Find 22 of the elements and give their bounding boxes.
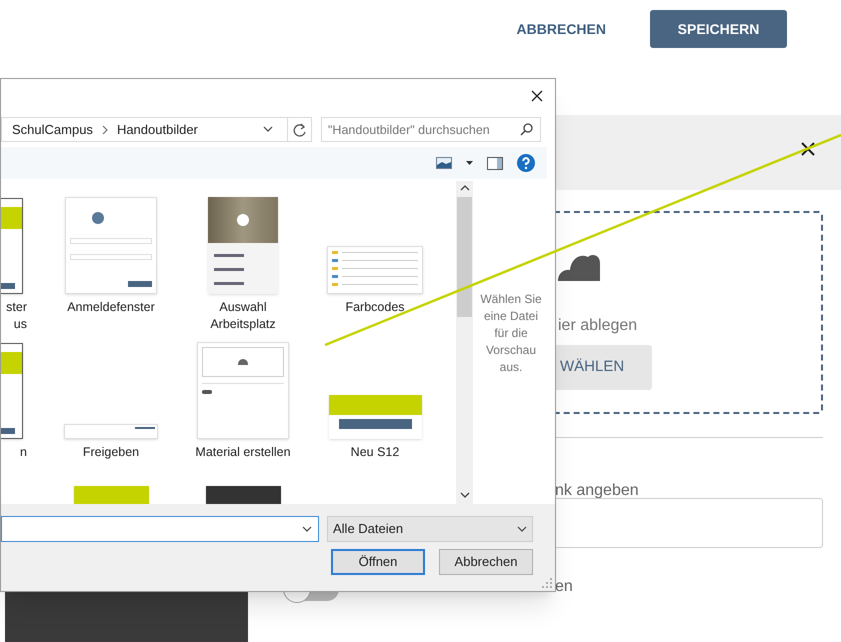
- file-name[interactable]: Neu S12: [350, 444, 400, 461]
- save-button[interactable]: SPEICHERN: [650, 10, 787, 48]
- file-name[interactable]: Anmeldefenster: [67, 299, 155, 316]
- cancel-button[interactable]: Abbrechen: [439, 549, 533, 575]
- open-button[interactable]: Öffnen: [331, 549, 425, 575]
- file-name[interactable]: ster us: [1, 299, 27, 333]
- file-name[interactable]: Auswahl Arbeitsplatz: [210, 299, 276, 333]
- preview-hint: Wählen Sie eine Datei für die Vorschau aus.: [479, 291, 543, 376]
- search-field[interactable]: "Handoutbilder" durchsuchen: [321, 117, 541, 142]
- choose-file-button[interactable]: WÄHLEN: [556, 345, 652, 390]
- breadcrumb-item[interactable]: Handoutbilder: [116, 120, 198, 140]
- file-type-select[interactable]: Alle Dateien: [327, 516, 533, 542]
- file-name[interactable]: Farbcodes: [345, 299, 405, 316]
- cancel-button[interactable]: ABBRECHEN: [512, 18, 610, 40]
- drop-hint: ier ablegen: [558, 316, 638, 336]
- toggle-label: en: [555, 577, 573, 597]
- field-label: nk angeben: [555, 481, 639, 501]
- file-name[interactable]: n: [1, 444, 27, 461]
- breadcrumb-item[interactable]: SchulCampus: [12, 120, 93, 140]
- file-name[interactable]: Freigeben: [82, 444, 140, 461]
- file-name[interactable]: Material erstellen: [195, 444, 291, 461]
- address-bar[interactable]: SchulCampus Handoutbilder: [1, 117, 312, 142]
